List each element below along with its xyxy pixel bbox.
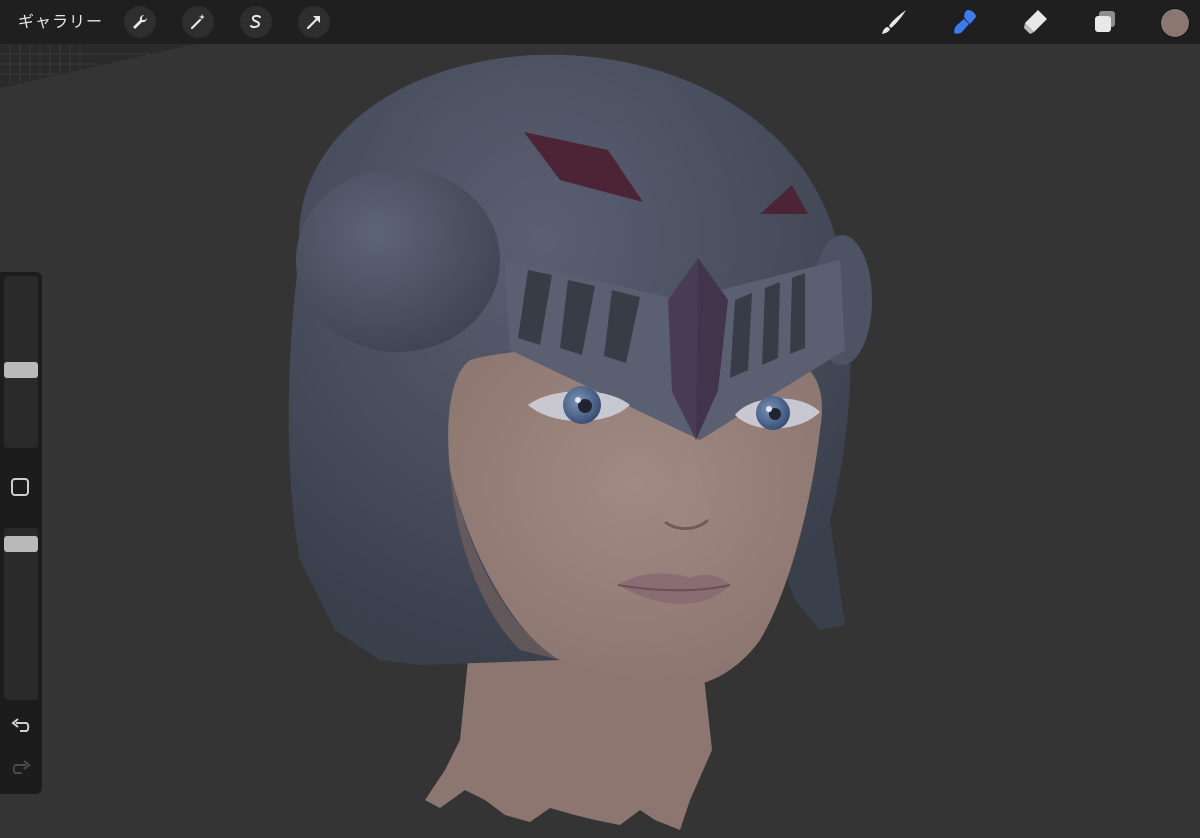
- undo-icon[interactable]: [8, 714, 34, 738]
- eraser-icon[interactable]: [1019, 6, 1051, 38]
- opacity-slider[interactable]: [4, 528, 38, 700]
- left-ear-piece: [296, 168, 500, 352]
- brush-size-slider-knob[interactable]: [4, 361, 38, 378]
- actions-wrench-icon[interactable]: [124, 6, 156, 38]
- selection-s-icon[interactable]: [240, 6, 272, 38]
- layers-icon[interactable]: [1089, 6, 1121, 38]
- portrait-painting: [0, 44, 872, 830]
- adjustments-magic-wand-icon[interactable]: [182, 6, 214, 38]
- left-sidebar: [0, 272, 42, 794]
- modify-button-icon[interactable]: [11, 478, 29, 496]
- opacity-slider-knob[interactable]: [4, 535, 38, 552]
- transform-arrow-icon[interactable]: [298, 6, 330, 38]
- top-toolbar: ギャラリー: [0, 0, 1200, 44]
- gallery-button[interactable]: ギャラリー: [18, 0, 103, 44]
- smudge-icon[interactable]: [949, 6, 981, 38]
- redo-icon[interactable]: [8, 756, 34, 780]
- canvas-corner-grid: [0, 44, 195, 88]
- color-picker-button[interactable]: [1161, 9, 1189, 37]
- drawing-canvas[interactable]: [0, 44, 1200, 838]
- brush-icon[interactable]: [878, 6, 910, 38]
